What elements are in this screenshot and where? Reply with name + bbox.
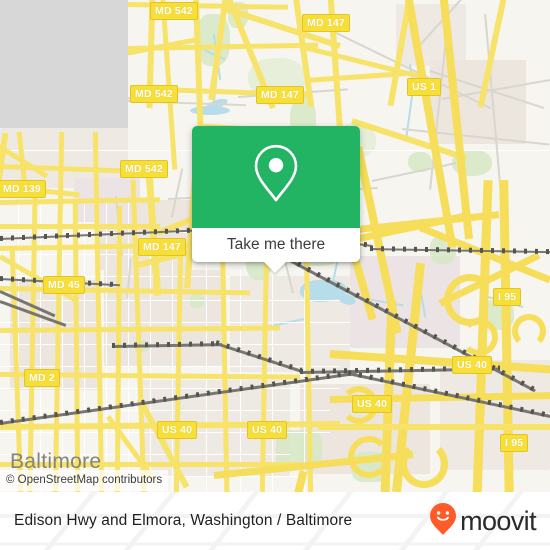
road-shield: US 1 [407,78,442,96]
footer-bar: Edison Hwy and Elmora, Washington / Balt… [0,492,550,550]
road-shield: US 40 [452,356,493,374]
road-shield: MD 147 [138,238,186,256]
highway-ramp [400,440,448,488]
road-shield: US 40 [352,395,393,413]
take-me-there-label: Take me there [226,236,326,253]
road-shield: MD 45 [43,276,85,294]
location-title: Edison Hwy and Elmora, Washington / Balt… [14,512,353,529]
map-canvas[interactable]: MD 542 MD 147 US 1 MD 542 MD 147 MD 542 MD 139… [0,0,550,492]
map-callout[interactable]: Take me there [192,126,360,262]
moovit-logo: moovit [429,502,537,541]
road-shield: I 95 [500,434,529,452]
road-shield: MD 2 [24,369,60,387]
road-shield: US 40 [157,421,198,439]
map-screenshot: MD 542 MD 147 US 1 MD 542 MD 147 MD 542 MD 139… [0,0,550,550]
callout-body [192,126,360,228]
highway-ramp [512,314,546,348]
road-shield: MD 542 [130,85,178,103]
road-shield: I 95 [493,288,522,306]
moovit-smiley-pin-icon [429,502,457,541]
road-shield: MD 139 [0,180,46,198]
road-shield: MD 147 [302,14,350,32]
stream [404,96,413,140]
highway-ramp [444,274,496,326]
location-pin-icon [252,142,300,209]
osm-attribution: © OpenStreetMap contributors [0,470,169,491]
road-shield: MD 147 [256,86,304,104]
road-shield: MD 542 [150,2,198,20]
landuse-residential [440,360,550,470]
callout-tail [264,262,286,273]
road-shield: US 40 [247,421,288,439]
take-me-there-button[interactable]: Take me there [192,228,360,262]
moovit-wordmark: moovit [460,505,537,536]
road-shield: MD 542 [120,160,168,178]
missing-map-tile [0,0,128,128]
